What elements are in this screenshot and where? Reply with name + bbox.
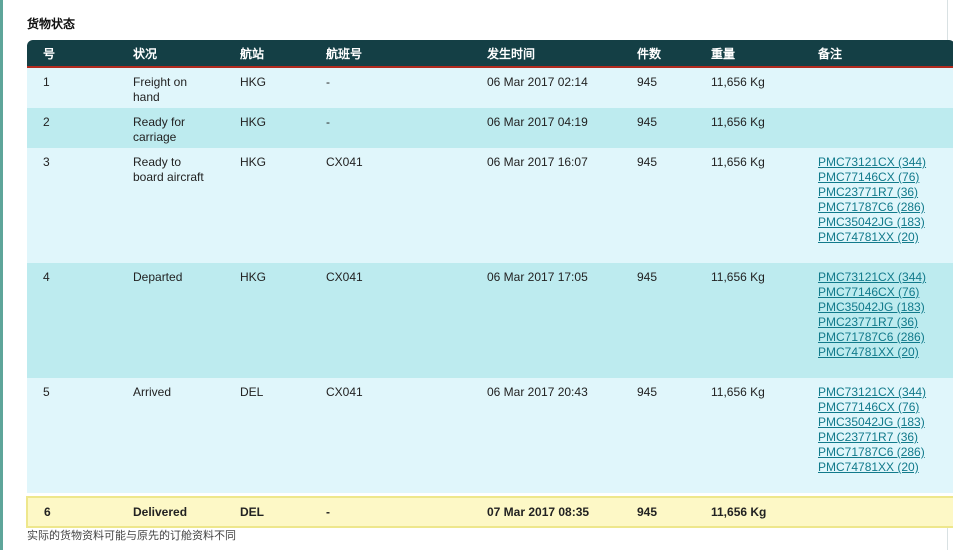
row-flight: -	[326, 108, 487, 148]
uld-link[interactable]: PMC23771R7 (36)	[818, 315, 953, 330]
uld-link[interactable]: PMC77146CX (76)	[818, 170, 953, 185]
row-time: 06 Mar 2017 02:14	[487, 67, 637, 108]
row-status-line1: Departed	[133, 270, 183, 284]
row-status-line2: hand	[133, 90, 160, 104]
row-no: 6	[26, 496, 133, 528]
col-header-time: 发生时间	[487, 40, 637, 68]
row-status-line1: Delivered	[133, 505, 188, 519]
row-weight: 11,656 Kg	[711, 263, 818, 378]
uld-link[interactable]: PMC73121CX (344)	[818, 270, 953, 285]
uld-link[interactable]: PMC71787C6 (286)	[818, 330, 953, 345]
uld-link[interactable]: PMC77146CX (76)	[818, 400, 953, 415]
uld-link[interactable]: PMC74781XX (20)	[818, 460, 953, 475]
row-no: 4	[27, 263, 133, 378]
row-remarks: PMC73121CX (344) PMC77146CX (76) PMC35042J…	[818, 263, 953, 378]
section-title: 货物状态	[27, 17, 76, 31]
row-pieces: 945	[637, 378, 711, 493]
cargo-status-table-wrapper: 号 状况 航站 航班号 发生时间 件数 重量 备注 1 Freight on ha…	[26, 40, 953, 528]
row-station: HKG	[240, 108, 326, 148]
row-status-line2: board aircraft	[133, 170, 204, 184]
row-status: Ready for carriage	[133, 108, 240, 148]
page-left-border	[0, 0, 3, 550]
uld-link[interactable]: PMC74781XX (20)	[818, 230, 953, 245]
table-row-delivered: 6 Delivered DEL - 07 Mar 2017 08:35 945 …	[26, 496, 953, 528]
col-header-weight: 重量	[711, 40, 818, 68]
cargo-status-table: 号 状况 航站 航班号 发生时间 件数 重量 备注 1 Freight on ha…	[26, 40, 953, 528]
row-status-line1: Freight on	[133, 75, 188, 89]
row-status: Departed	[133, 263, 240, 378]
uld-link[interactable]: PMC73121CX (344)	[818, 155, 953, 170]
row-no: 2	[27, 108, 133, 148]
row-flight: -	[326, 67, 487, 108]
row-pieces: 945	[637, 263, 711, 378]
row-time: 06 Mar 2017 04:19	[487, 108, 637, 148]
row-status: Ready to board aircraft	[133, 148, 240, 263]
footnote: 实际的货物资料可能与原先的订舱资料不同	[27, 530, 236, 542]
row-station: HKG	[240, 148, 326, 263]
row-status: Delivered	[133, 496, 240, 528]
uld-link[interactable]: PMC74781XX (20)	[818, 345, 953, 360]
row-flight: CX041	[326, 263, 487, 378]
uld-link[interactable]: PMC77146CX (76)	[818, 285, 953, 300]
row-status-line1: Ready to	[133, 155, 182, 169]
row-weight: 11,656 Kg	[711, 67, 818, 108]
row-remarks: PMC73121CX (344) PMC77146CX (76) PMC23771R…	[818, 148, 953, 263]
row-station: DEL	[240, 496, 326, 528]
row-station: HKG	[240, 67, 326, 108]
col-header-status: 状况	[133, 40, 240, 68]
row-flight: CX041	[326, 378, 487, 493]
uld-link[interactable]: PMC71787C6 (286)	[818, 445, 953, 460]
uld-link[interactable]: PMC73121CX (344)	[818, 385, 953, 400]
uld-link[interactable]: PMC35042JG (183)	[818, 415, 953, 430]
table-row: 3 Ready to board aircraft HKG CX041 06 Ma…	[27, 148, 953, 263]
row-pieces: 945	[637, 67, 711, 108]
row-station: DEL	[240, 378, 326, 493]
row-status-line1: Arrived	[133, 385, 172, 399]
row-no: 5	[27, 378, 133, 493]
row-weight: 11,656 Kg	[711, 148, 818, 263]
table-header-row: 号 状况 航站 航班号 发生时间 件数 重量 备注	[27, 40, 953, 68]
uld-link[interactable]: PMC71787C6 (286)	[818, 200, 953, 215]
row-time: 06 Mar 2017 17:05	[487, 263, 637, 378]
row-pieces: 945	[637, 496, 711, 528]
table-row: 2 Ready for carriage HKG - 06 Mar 2017 04…	[27, 108, 953, 148]
col-header-remarks: 备注	[818, 40, 953, 68]
table-row: 5 Arrived DEL CX041 06 Mar 2017 20:43 94…	[27, 378, 953, 493]
row-station: HKG	[240, 263, 326, 378]
row-flight: -	[326, 496, 487, 528]
row-time: 07 Mar 2017 08:35	[487, 496, 637, 528]
row-flight: CX041	[326, 148, 487, 263]
row-no: 1	[27, 67, 133, 108]
row-status: Arrived	[133, 378, 240, 493]
col-header-station: 航站	[240, 40, 326, 68]
uld-link[interactable]: PMC35042JG (183)	[818, 300, 953, 315]
uld-link[interactable]: PMC35042JG (183)	[818, 215, 953, 230]
row-remarks	[818, 108, 953, 148]
row-status-line2: carriage	[133, 130, 177, 144]
table-row: 4 Departed HKG CX041 06 Mar 2017 17:05 9…	[27, 263, 953, 378]
row-remarks: PMC73121CX (344) PMC77146CX (76) PMC35042J…	[818, 378, 953, 493]
row-weight: 11,656 Kg	[711, 108, 818, 148]
uld-link[interactable]: PMC23771R7 (36)	[818, 185, 953, 200]
uld-link[interactable]: PMC23771R7 (36)	[818, 430, 953, 445]
col-header-flight: 航班号	[326, 40, 487, 68]
row-time: 06 Mar 2017 20:43	[487, 378, 637, 493]
row-remarks	[818, 67, 953, 108]
row-status-line1: Ready for	[133, 115, 186, 129]
row-status: Freight on hand	[133, 67, 240, 108]
row-weight: 11,656 Kg	[711, 496, 818, 528]
row-pieces: 945	[637, 108, 711, 148]
row-weight: 11,656 Kg	[711, 378, 818, 493]
row-pieces: 945	[637, 148, 711, 263]
row-remarks	[818, 496, 953, 528]
row-no: 3	[27, 148, 133, 263]
col-header-pieces: 件数	[637, 40, 711, 68]
col-header-no: 号	[27, 40, 133, 68]
table-row: 1 Freight on hand HKG - 06 Mar 2017 02:14…	[27, 67, 953, 108]
row-time: 06 Mar 2017 16:07	[487, 148, 637, 263]
